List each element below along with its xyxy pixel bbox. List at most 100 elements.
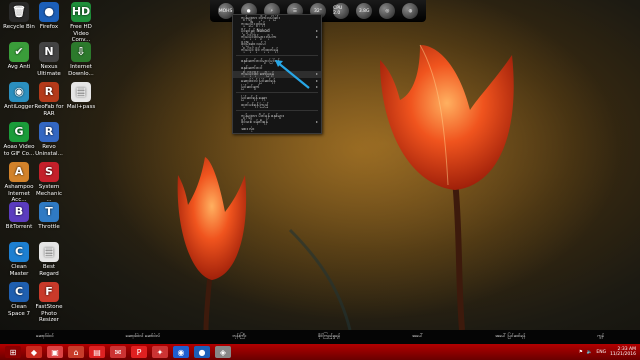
- desktop-icon[interactable]: ◉ AntiLogger: [3, 82, 35, 111]
- desktop-icon[interactable]: 🗑 Recycle Bin: [3, 2, 35, 31]
- desktop-icon-label: Best Regard: [39, 264, 59, 277]
- volume-icon[interactable]: 🔈: [587, 350, 593, 355]
- shell-bar-item[interactable]: ဆော့ဝ်ဝဲလ်: [36, 334, 54, 340]
- menu-item-label: ကိုယ်ပိုင် ဖိုင် ကိုထုတ်ရန်: [241, 46, 279, 52]
- desktop-icon-label: Ashampoo Internet Acc...: [4, 184, 34, 203]
- shell-bar: ဆော့ဝ်ဝဲလ် ဆော့ဖ်ဝဲလ် ဆော်ဝဲလ် ဘုန်းကြီး ဖိ…: [0, 330, 640, 344]
- menu-item-label: ပြင်ဆင်ရန် နေရာ: [241, 95, 268, 101]
- context-menu-item[interactable]: ထုတ်ပစ်ရန် ကြည့်: [233, 102, 321, 108]
- menu-item-label: ဖိုင်သစ် ဖန်တီးရန်: [241, 119, 268, 125]
- start-button[interactable]: ⊞: [5, 346, 21, 358]
- desktop-icon-label: Revo Uninstal...: [35, 144, 63, 157]
- menu-item-label: ထုတ်ပစ်ရန် ကြည့်: [241, 101, 269, 107]
- taskbar-app-button[interactable]: ◉: [173, 346, 189, 358]
- desktop-icon[interactable]: ● Firefox: [33, 2, 65, 31]
- app-icon: C: [9, 282, 29, 302]
- app-icon: ⇩: [71, 42, 91, 62]
- taskbar-app-button[interactable]: ✉: [110, 346, 126, 358]
- desktop-icon[interactable]: C Clean Master: [3, 242, 35, 277]
- menu-separator: [236, 110, 318, 112]
- desktop-icon-label: Clean Space 7: [7, 304, 30, 317]
- language-indicator[interactable]: ENG: [596, 350, 606, 355]
- taskbar-buttons: ⊞ ◆ ▣ ⌂ ▤ ✉ P ✦ ◉ ● ◈: [0, 346, 231, 358]
- dock-item[interactable]: ◎: [379, 3, 396, 19]
- clock[interactable]: 2:33 AM 11/21/2016: [610, 347, 636, 357]
- chevron-right-icon: ▸: [315, 83, 318, 89]
- taskbar-app-button[interactable]: P: [131, 346, 147, 358]
- taskbar-app-button[interactable]: ▣: [47, 346, 63, 358]
- menu-item-label: ပိုင်ရှင်ခွင့် Nokod: [241, 27, 270, 33]
- menu-item-label: ကူးယူပြီး ဖွင့်ရန်: [241, 21, 265, 27]
- desktop-icon[interactable]: N Nexus Ultimate: [33, 42, 65, 77]
- app-icon: ●: [39, 2, 59, 22]
- shell-bar-item[interactable]: ဘုန်းကြီး: [232, 334, 246, 340]
- desktop-icon[interactable]: T Throttle: [33, 202, 65, 231]
- system-tray: ⚑ 🔈 ENG 2:33 AM 11/21/2016: [579, 344, 636, 360]
- desktop-icon-label: ReoFab for RAR: [34, 104, 64, 117]
- shell-bar-item[interactable]: အပေါ် ပြင်ဆင်ရန်: [495, 334, 525, 340]
- desktop-icon[interactable]: B BitTorrent: [3, 202, 35, 231]
- app-icon: HD: [71, 2, 91, 22]
- taskbar-app-button[interactable]: ✦: [152, 346, 168, 358]
- desktop-icon[interactable]: S System Mechanic ...: [33, 162, 65, 204]
- shell-bar-item[interactable]: ကွန်: [597, 334, 604, 340]
- desktop-icon-label: Avg Anti: [7, 64, 31, 70]
- menu-item-label: စနစ်ဆက်တင်: [241, 64, 263, 70]
- pointer-arrow-annotation: [275, 60, 310, 89]
- desktop-icon-label: Throttle: [38, 224, 60, 230]
- dock-item[interactable]: 3.8G: [356, 3, 373, 19]
- app-icon: ✔: [9, 42, 29, 62]
- context-menu-item[interactable]: ကိုယ်ပိုင် ဖိုင် ကိုထုတ်ရန်: [233, 47, 321, 53]
- desktop-icon[interactable]: ⇩ Internet Downlo...: [65, 42, 97, 77]
- app-icon: 🗑: [9, 2, 29, 22]
- desktop-icon-label: Clean Master: [9, 264, 29, 277]
- taskbar-app-button[interactable]: ◈: [215, 346, 231, 358]
- menu-item-label: ဖိုင်ပြီးဆုံး လုပ်ပါ: [241, 40, 266, 46]
- menu-item-label: ဆော့ဖ်ဝဲလ် ပြင်ဆင်ရန်: [241, 77, 276, 83]
- shell-bar-item[interactable]: ဖိုင်ကြည့်ရှုရန်: [318, 334, 340, 340]
- app-icon: ▤: [39, 242, 59, 262]
- desktop-icon[interactable]: ▤ Mail+pass: [65, 82, 97, 111]
- desktop-icon[interactable]: G Aoao Video to GIF Co...: [3, 122, 35, 157]
- taskbar: ⊞ ◆ ▣ ⌂ ▤ ✉ P ✦ ◉ ● ◈ ⚑ 🔈 ENG 2:33 AM 11/21/2016: [0, 344, 640, 360]
- desktop-icon[interactable]: F FastStone Photo Resizer: [33, 282, 65, 324]
- desktop-icon[interactable]: C Clean Space 7: [3, 282, 35, 317]
- desktop-icon-label: BitTorrent: [5, 224, 33, 230]
- menu-separator: [236, 55, 318, 57]
- taskbar-app-button[interactable]: ⌂: [68, 346, 84, 358]
- desktop-icon-label: AntiLogger: [4, 104, 34, 110]
- dock-item[interactable]: ◍: [402, 3, 419, 19]
- taskbar-app-button[interactable]: ●: [194, 346, 210, 358]
- desktop-icon[interactable]: ▤ Best Regard: [33, 242, 65, 277]
- app-icon: T: [39, 202, 59, 222]
- desktop-icon-label: Aoao Video to GIF Co...: [3, 144, 35, 157]
- app-icon: R: [39, 122, 59, 142]
- context-menu-item[interactable]: အား လုံး: [233, 126, 321, 132]
- desktop-icon-label: Internet Downlo...: [68, 64, 94, 77]
- desktop-icon[interactable]: ✔ Avg Anti: [3, 42, 35, 71]
- menu-item-label: စနစ်ဆက်တင်များ ပြင်ရန်: [241, 58, 280, 64]
- app-icon: A: [9, 162, 29, 182]
- menu-item-label: ကိုယ်ပိုင်ဖိုင်များ လိုပါက: [241, 34, 277, 40]
- clock-date: 11/21/2016: [610, 352, 636, 357]
- desktop-icon[interactable]: R ReoFab for RAR: [33, 82, 65, 117]
- menu-item-label: ကွန်ပျူတာ ပိတ်ရန် စနစ်များ: [241, 113, 284, 119]
- flag-icon[interactable]: ⚑: [579, 350, 583, 355]
- desktop-icon[interactable]: R Revo Uninstal...: [33, 122, 65, 157]
- desktop-icon-label: Mail+pass: [66, 104, 96, 110]
- desktop-icon-label: Nexus Ultimate: [37, 64, 61, 77]
- desktop-icon-label: FastStone Photo Resizer: [35, 304, 63, 323]
- app-icon: R: [39, 82, 59, 102]
- shell-bar-item[interactable]: ဆော့ဖ်ဝဲလ် ဆော်ဝဲလ်: [126, 334, 160, 340]
- desktop-icon[interactable]: HD Free HD Video Conv...: [65, 2, 97, 44]
- app-icon: C: [9, 242, 29, 262]
- taskbar-app-button[interactable]: ◆: [26, 346, 42, 358]
- dock-item[interactable]: CPU 2.0: [333, 3, 350, 19]
- desktop-icon[interactable]: A Ashampoo Internet Acc...: [3, 162, 35, 204]
- desktop-icon-label: System Mechanic ...: [35, 184, 63, 203]
- shell-bar-item[interactable]: အပေါ်: [412, 334, 423, 340]
- desktop-icon-label: Firefox: [39, 24, 59, 30]
- taskbar-app-button[interactable]: ▤: [89, 346, 105, 358]
- desktop-icon-label: Free HD Video Conv...: [70, 24, 92, 43]
- app-icon: F: [39, 282, 59, 302]
